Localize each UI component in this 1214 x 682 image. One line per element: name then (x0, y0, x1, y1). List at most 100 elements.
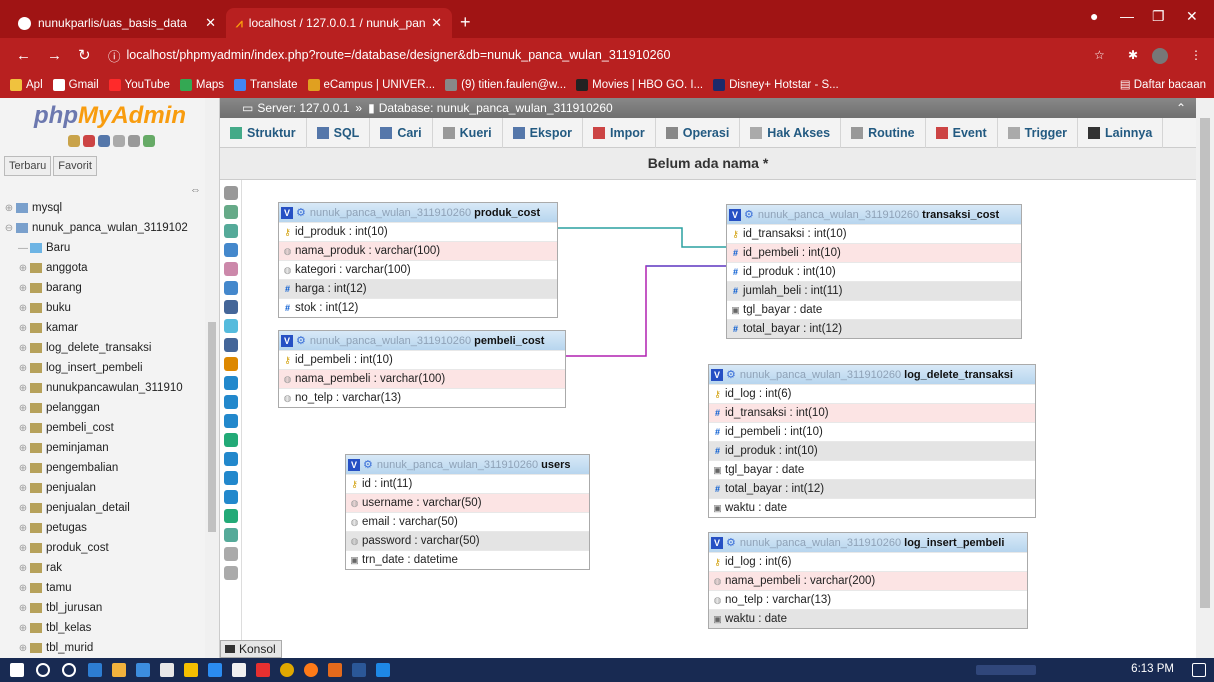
table-column-row[interactable]: # id_transaksi : int(10) (709, 403, 1035, 422)
expand-icon[interactable]: ⊕ (16, 363, 30, 374)
table-column-row[interactable]: ◍ no_telp : varchar(13) (709, 590, 1027, 609)
table-column-row[interactable]: # id_produk : int(10) (727, 262, 1021, 281)
designer-tool-icon[interactable] (224, 243, 238, 257)
expand-icon[interactable]: ⊕ (16, 543, 30, 554)
tree-item[interactable]: ⊕ kamar (0, 318, 205, 338)
designer-tool-icon[interactable] (224, 414, 238, 428)
chrome-icon[interactable] (280, 663, 294, 677)
menu-tab-operasi[interactable]: Operasi (656, 117, 741, 148)
home-icon[interactable] (68, 135, 80, 147)
menu-tab-ekspor[interactable]: Ekspor (503, 117, 583, 148)
bookmark-apps[interactable]: Apl (10, 79, 43, 91)
table-options-icon[interactable]: ⚙ (744, 208, 754, 221)
bookmark-ecampus[interactable]: eCampus | UNIVER... (307, 79, 435, 91)
bookmark-translate[interactable]: Translate (233, 79, 298, 91)
tree-item[interactable]: ⊕ tbl_kelas (0, 618, 205, 638)
notifications-icon[interactable] (1192, 663, 1206, 677)
expand-icon[interactable]: ⊕ (16, 443, 30, 454)
designer-tool-icon[interactable] (224, 262, 238, 276)
forward-button[interactable]: → (47, 47, 62, 64)
menu-tab-sql[interactable]: SQL (307, 117, 371, 148)
settings-icon[interactable] (128, 135, 140, 147)
table-column-row[interactable]: # total_bayar : int(12) (727, 319, 1021, 338)
designer-tool-icon[interactable] (224, 357, 238, 371)
toggle-columns-icon[interactable]: V (729, 208, 741, 221)
tree-item[interactable]: ⊕ petugas (0, 518, 205, 538)
table-options-icon[interactable]: ⚙ (726, 368, 736, 381)
tree-item[interactable]: ⊕ nunukpancawulan_311910 (0, 378, 205, 398)
designer-tool-icon[interactable] (224, 205, 238, 219)
tree-item[interactable]: ⊖ nunuk_panca_wulan_3119102 (0, 218, 205, 238)
table-column-row[interactable]: ◍ email : varchar(50) (346, 512, 589, 531)
reading-list-button[interactable]: ▤ Daftar bacaan (1120, 77, 1206, 91)
minimize-button[interactable]: — (1120, 8, 1134, 24)
designer-tool-icon[interactable] (224, 452, 238, 466)
table-column-row[interactable]: ⚷ id_transaksi : int(10) (727, 224, 1021, 243)
link-icon[interactable]: ⇔ (190, 184, 201, 196)
toggle-columns-icon[interactable]: V (711, 368, 723, 381)
expand-icon[interactable]: ⊕ (16, 483, 30, 494)
tree-item[interactable]: ⊕ pembeli_cost (0, 418, 205, 438)
table-options-icon[interactable]: ⚙ (296, 206, 306, 219)
xampp-icon[interactable] (328, 663, 342, 677)
table-header[interactable]: V ⚙ nunuk_panca_wulan_311910260 log_insert_… (709, 533, 1027, 552)
designer-tool-icon[interactable] (224, 528, 238, 542)
expand-icon[interactable]: ⊕ (16, 643, 30, 654)
menu-tab-lainnya[interactable]: Lainnya (1078, 117, 1164, 148)
designer-tool-icon[interactable] (224, 224, 238, 238)
table-column-row[interactable]: ◍ nama_pembeli : varchar(100) (279, 369, 565, 388)
app-icon[interactable] (232, 663, 246, 677)
designer-tool-icon[interactable] (224, 281, 238, 295)
toggle-columns-icon[interactable]: V (281, 334, 293, 347)
designer-tool-icon[interactable] (224, 547, 238, 561)
maximize-button[interactable]: ❐ (1152, 8, 1165, 25)
table-options-icon[interactable]: ⚙ (296, 334, 306, 347)
designer-tool-icon[interactable] (224, 376, 238, 390)
menu-tab-hak-akses[interactable]: Hak Akses (740, 117, 842, 148)
table-column-row[interactable]: ▣ trn_date : datetime (346, 550, 589, 569)
exit-icon[interactable] (83, 135, 95, 147)
tree-item[interactable]: ⊕ barang (0, 278, 205, 298)
expand-icon[interactable]: ⊕ (16, 383, 30, 394)
designer-tool-icon[interactable] (224, 338, 238, 352)
close-window-button[interactable]: ✕ (1186, 8, 1198, 25)
main-scrollbar[interactable] (1196, 98, 1214, 658)
menu-icon[interactable]: ⋮ (1190, 48, 1202, 62)
tree-item[interactable]: ⊕ tbl_murid (0, 638, 205, 658)
breadcrumb-database[interactable]: Database: nunuk_panca_wulan_311910260 (379, 101, 613, 115)
windows-start-icon[interactable] (10, 663, 24, 677)
table-header[interactable]: V ⚙ nunuk_panca_wulan_311910260 pembeli_cos… (279, 331, 565, 350)
tab-recent[interactable]: Terbaru (4, 156, 52, 176)
profile-indicator-icon[interactable]: ● (1090, 8, 1098, 24)
db-table-produk-cost[interactable]: V ⚙ nunuk_panca_wulan_311910260 produk_cost… (278, 202, 558, 318)
console-button[interactable]: Konsol (220, 640, 282, 658)
table-header[interactable]: V ⚙ nunuk_panca_wulan_311910260 transaksi_c… (727, 205, 1021, 224)
search-icon[interactable] (36, 663, 50, 677)
table-column-row[interactable]: ◍ no_telp : varchar(13) (279, 388, 565, 407)
tree-item[interactable]: ⊕ peminjaman (0, 438, 205, 458)
table-column-row[interactable]: # jumlah_beli : int(11) (727, 281, 1021, 300)
tree-item[interactable]: ⊕ anggota (0, 258, 205, 278)
cortana-icon[interactable] (62, 663, 76, 677)
menu-tab-kueri[interactable]: Kueri (433, 117, 503, 148)
table-column-row[interactable]: # id_pembeli : int(10) (709, 422, 1035, 441)
table-column-row[interactable]: ⚷ id : int(11) (346, 474, 589, 493)
table-column-row[interactable]: ◍ password : varchar(50) (346, 531, 589, 550)
expand-icon[interactable]: ⊕ (16, 523, 30, 534)
back-button[interactable]: ← (16, 47, 31, 64)
menu-tab-trigger[interactable]: Trigger (998, 117, 1079, 148)
main-scrollbar-thumb[interactable] (1200, 118, 1210, 608)
app-icon[interactable] (112, 663, 126, 677)
expand-icon[interactable]: ⊕ (16, 403, 30, 414)
table-column-row[interactable]: # id_produk : int(10) (709, 441, 1035, 460)
table-column-row[interactable]: ⚷ id_log : int(6) (709, 384, 1035, 403)
word-icon[interactable] (352, 663, 366, 677)
expand-icon[interactable]: ⊕ (16, 463, 30, 474)
app-icon[interactable] (184, 663, 198, 677)
expand-icon[interactable]: ⊖ (2, 223, 16, 234)
db-table-transaksi-cost[interactable]: V ⚙ nunuk_panca_wulan_311910260 transaksi_c… (726, 204, 1022, 339)
tree-item[interactable]: ⊕ log_insert_pembeli (0, 358, 205, 378)
app-icon[interactable] (208, 663, 222, 677)
menu-tab-cari[interactable]: Cari (370, 117, 433, 148)
tree-item[interactable]: ⊕ produk_cost (0, 538, 205, 558)
